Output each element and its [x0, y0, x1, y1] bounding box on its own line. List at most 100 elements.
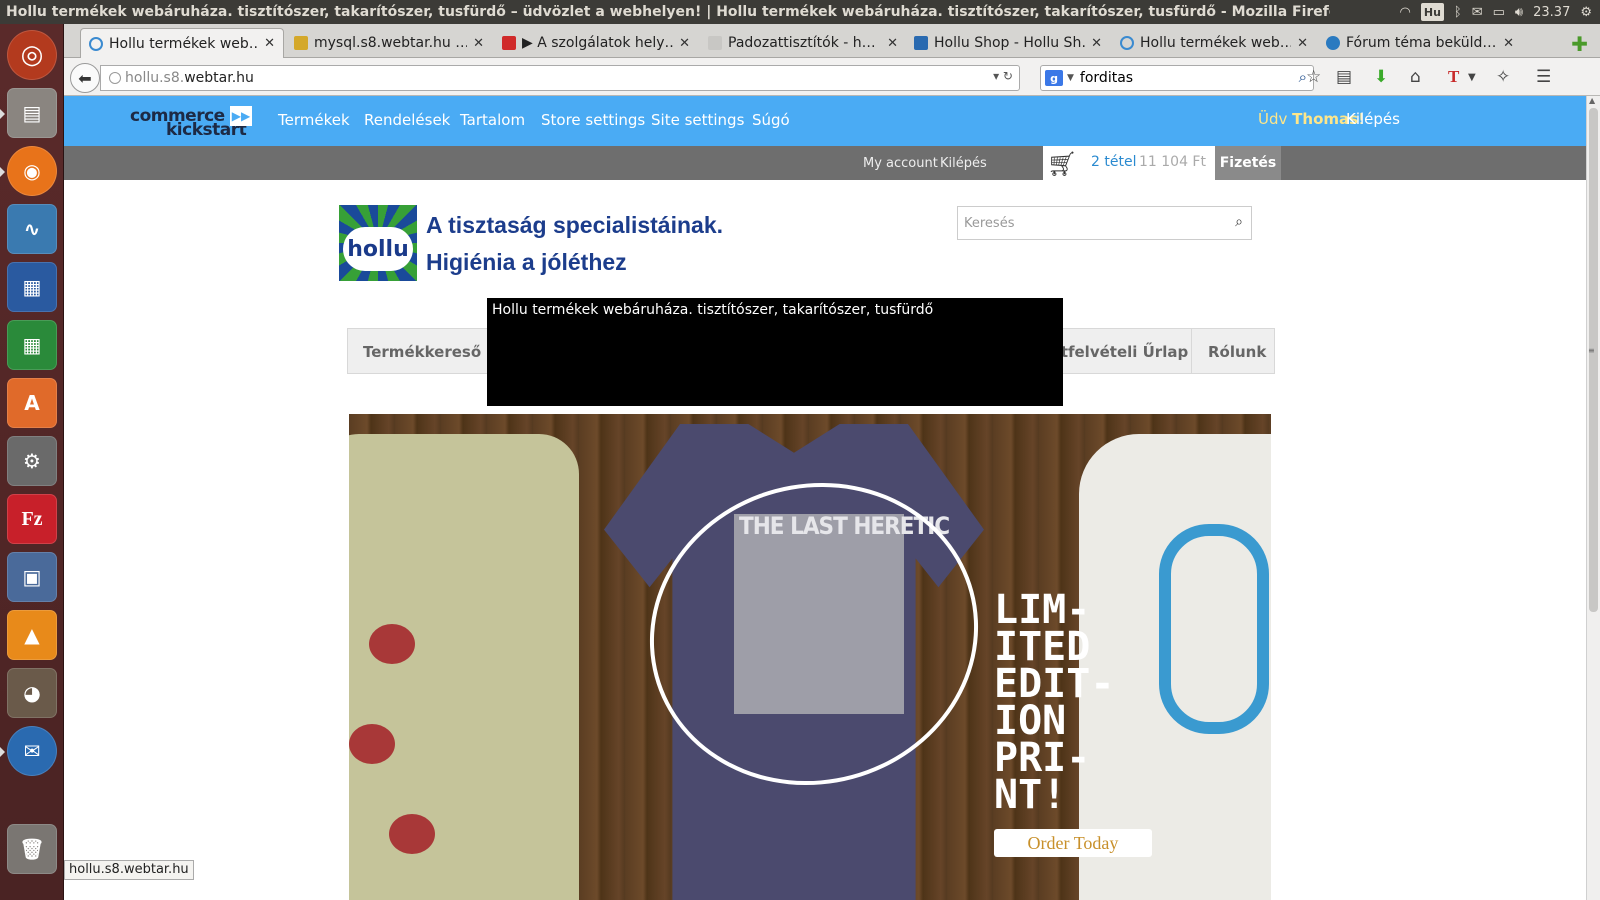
secondary-bar: My account Kilépés 🛒︎ 2 tétel 11 104 Ft … [64, 146, 1586, 180]
bookmarks-list-icon[interactable]: ▤ [1336, 67, 1352, 87]
bluetooth-icon[interactable]: ᛒ [1454, 3, 1462, 21]
close-icon[interactable]: ✕ [264, 36, 275, 51]
close-icon[interactable]: ✕ [1297, 36, 1308, 51]
order-today-button[interactable]: Order Today [994, 829, 1152, 857]
menu-item-termekkereso[interactable]: Termékkereső [363, 343, 481, 361]
new-tab-icon[interactable]: ✚ [1571, 32, 1588, 56]
drupal-icon [1326, 36, 1340, 50]
scroll-grip-icon: ≡ [1588, 346, 1595, 355]
menu-icon[interactable]: ☰ [1536, 67, 1551, 87]
keyboard-layout-indicator[interactable]: Hu [1420, 3, 1444, 21]
running-indicator [0, 167, 5, 177]
vlc-icon[interactable]: ▲ [7, 610, 57, 660]
admin-link-tartalom[interactable]: Tartalom [460, 111, 525, 129]
bookmark-star-icon[interactable]: ☆ [1306, 67, 1321, 87]
translate-icon[interactable]: T [1448, 67, 1459, 87]
gimp-icon[interactable]: ◕ [7, 668, 57, 718]
screenshot-tool-icon[interactable]: ▣ [7, 552, 57, 602]
firefox-icon[interactable]: ◉ [7, 146, 57, 196]
software-center-icon[interactable]: A [7, 378, 57, 428]
url-bar[interactable]: hollu.s8. webtar.hu ▾ ↻ [100, 65, 1020, 91]
addon-icon[interactable]: ✧ [1496, 67, 1510, 87]
clock[interactable]: 23.37 [1533, 3, 1570, 21]
close-icon[interactable]: ✕ [473, 36, 484, 51]
title-tooltip: Hollu termékek webáruháza. tisztítószer,… [487, 298, 1063, 406]
admin-link-store-settings[interactable]: Store settings [541, 111, 645, 129]
admin-link-rendelesek[interactable]: Rendelések [364, 111, 450, 129]
my-account-link[interactable]: My account [863, 156, 938, 171]
scrollbar[interactable]: ▲ ≡ [1586, 96, 1600, 900]
search-bar[interactable]: g ▼ forditas ⌕ [1040, 65, 1314, 91]
tab-mysql[interactable]: mysql.s8.webtar.hu … ✕ [286, 28, 492, 58]
scroll-up-icon[interactable]: ▲ [1589, 96, 1595, 105]
running-indicator [0, 747, 5, 757]
chevron-down-icon[interactable]: ▼ [1067, 73, 1074, 83]
filezilla-icon[interactable]: Fz [7, 494, 57, 544]
admin-link-sugo[interactable]: Súgó [752, 111, 790, 129]
battery-icon[interactable]: ▭ [1493, 3, 1505, 21]
mail-icon[interactable]: ✉ [1472, 3, 1483, 21]
tab-hollu-home-2[interactable]: Hollu termékek web… ✕ [1112, 28, 1316, 58]
reload-icon[interactable]: ▾ ↻ [993, 69, 1013, 83]
system-settings-icon[interactable]: ⚙ [7, 436, 57, 486]
thunderbird-icon[interactable]: ✉ [7, 726, 57, 776]
status-tooltip: hollu.s8.webtar.hu [64, 860, 194, 880]
menu-item-rolunk[interactable]: Rólunk [1208, 343, 1266, 361]
search-icon[interactable]: ⌕ [1235, 214, 1243, 230]
tab-padozattisztitok[interactable]: Padozattisztítók - h… ✕ [700, 28, 906, 58]
libreoffice-calc-icon[interactable]: ▦ [7, 320, 57, 370]
globe-icon [109, 72, 121, 84]
hollu-logo[interactable]: hollu [339, 205, 417, 281]
site-search-input[interactable]: Keresés ⌕ [957, 206, 1252, 240]
close-icon[interactable]: ✕ [679, 36, 690, 51]
running-indicator [0, 109, 5, 119]
url-host: hollu.s8. [125, 70, 185, 86]
volume-icon[interactable]: 🔊︎ [1515, 3, 1523, 21]
close-icon[interactable]: ✕ [887, 36, 898, 51]
admin-link-site-settings[interactable]: Site settings [651, 111, 744, 129]
tshirt-image-left [349, 434, 579, 900]
tab-label: Hollu termékek web… [1140, 35, 1292, 51]
chevron-down-icon[interactable]: ▼ [1468, 72, 1476, 83]
google-icon[interactable]: g [1045, 70, 1063, 86]
tab-hollu-home[interactable]: Hollu termékek web… ✕ [80, 28, 284, 58]
menu-divider [1191, 329, 1192, 373]
cart-summary[interactable]: 🛒︎ 2 tétel 11 104 Ft [1043, 146, 1215, 180]
system-monitor-icon[interactable]: ∿ [7, 204, 57, 254]
commerce-kickstart-logo[interactable]: commerce kickstart ▶▶ [130, 106, 252, 140]
search-placeholder: Keresés [964, 215, 1015, 231]
cart-count[interactable]: 2 tétel [1091, 154, 1136, 170]
scrollbar-thumb[interactable] [1589, 108, 1598, 612]
files-icon[interactable]: ▤ [7, 88, 57, 138]
back-button[interactable]: ⬅︎ [70, 63, 100, 93]
admin-toolbar: commerce kickstart ▶▶ Termékek Rendelése… [64, 96, 1586, 146]
tab-forum[interactable]: Fórum téma beküld… ✕ [1318, 28, 1522, 58]
tab-label: Hollu termékek web… [109, 35, 259, 52]
checkout-button[interactable]: Fizetés [1215, 146, 1281, 180]
site-tagline-1: A tisztaság specialistáinak. [426, 212, 724, 238]
tab-youtube[interactable]: ▶ A szolgálatok hely… ✕ [494, 28, 698, 58]
home-icon[interactable]: ⌂ [1410, 67, 1421, 87]
ubuntu-dash-icon[interactable]: ◎ [7, 30, 57, 80]
close-icon[interactable]: ✕ [1091, 36, 1102, 51]
download-icon[interactable]: ⬇ [1374, 67, 1388, 87]
tab-hollu-shop[interactable]: Hollu Shop - Hollu Sh… ✕ [906, 28, 1110, 58]
url-domain: webtar.hu [184, 70, 254, 86]
hero-headline: LIM- ITED EDIT- ION PRI- NT! [994, 587, 1115, 818]
cart-total: 11 104 Ft [1139, 154, 1206, 170]
libreoffice-writer-icon[interactable]: ▦ [7, 262, 57, 312]
wifi-icon[interactable]: ◠ [1400, 3, 1411, 21]
page-viewport: commerce kickstart ▶▶ Termékek Rendelése… [64, 96, 1586, 900]
logout-link[interactable]: Kilépés [940, 156, 987, 171]
indicator-area: ◠ Hu ᛒ ✉ ▭ 🔊︎ 23.37 ⚙ [1400, 0, 1592, 24]
gear-icon[interactable]: ⚙ [1580, 3, 1592, 21]
hollu-icon [914, 36, 928, 50]
tab-label: mysql.s8.webtar.hu … [314, 35, 468, 51]
admin-logout-link[interactable]: Kilépés [1346, 110, 1400, 128]
phpmyadmin-icon [294, 36, 308, 50]
close-icon[interactable]: ✕ [1503, 36, 1514, 51]
hero-banner[interactable]: THE LAST HERETIC LIM- ITED EDIT- ION PRI… [349, 414, 1271, 900]
search-input[interactable]: forditas [1080, 70, 1133, 86]
admin-link-termekek[interactable]: Termékek [278, 111, 350, 129]
trash-icon[interactable]: 🗑︎ [7, 824, 57, 874]
